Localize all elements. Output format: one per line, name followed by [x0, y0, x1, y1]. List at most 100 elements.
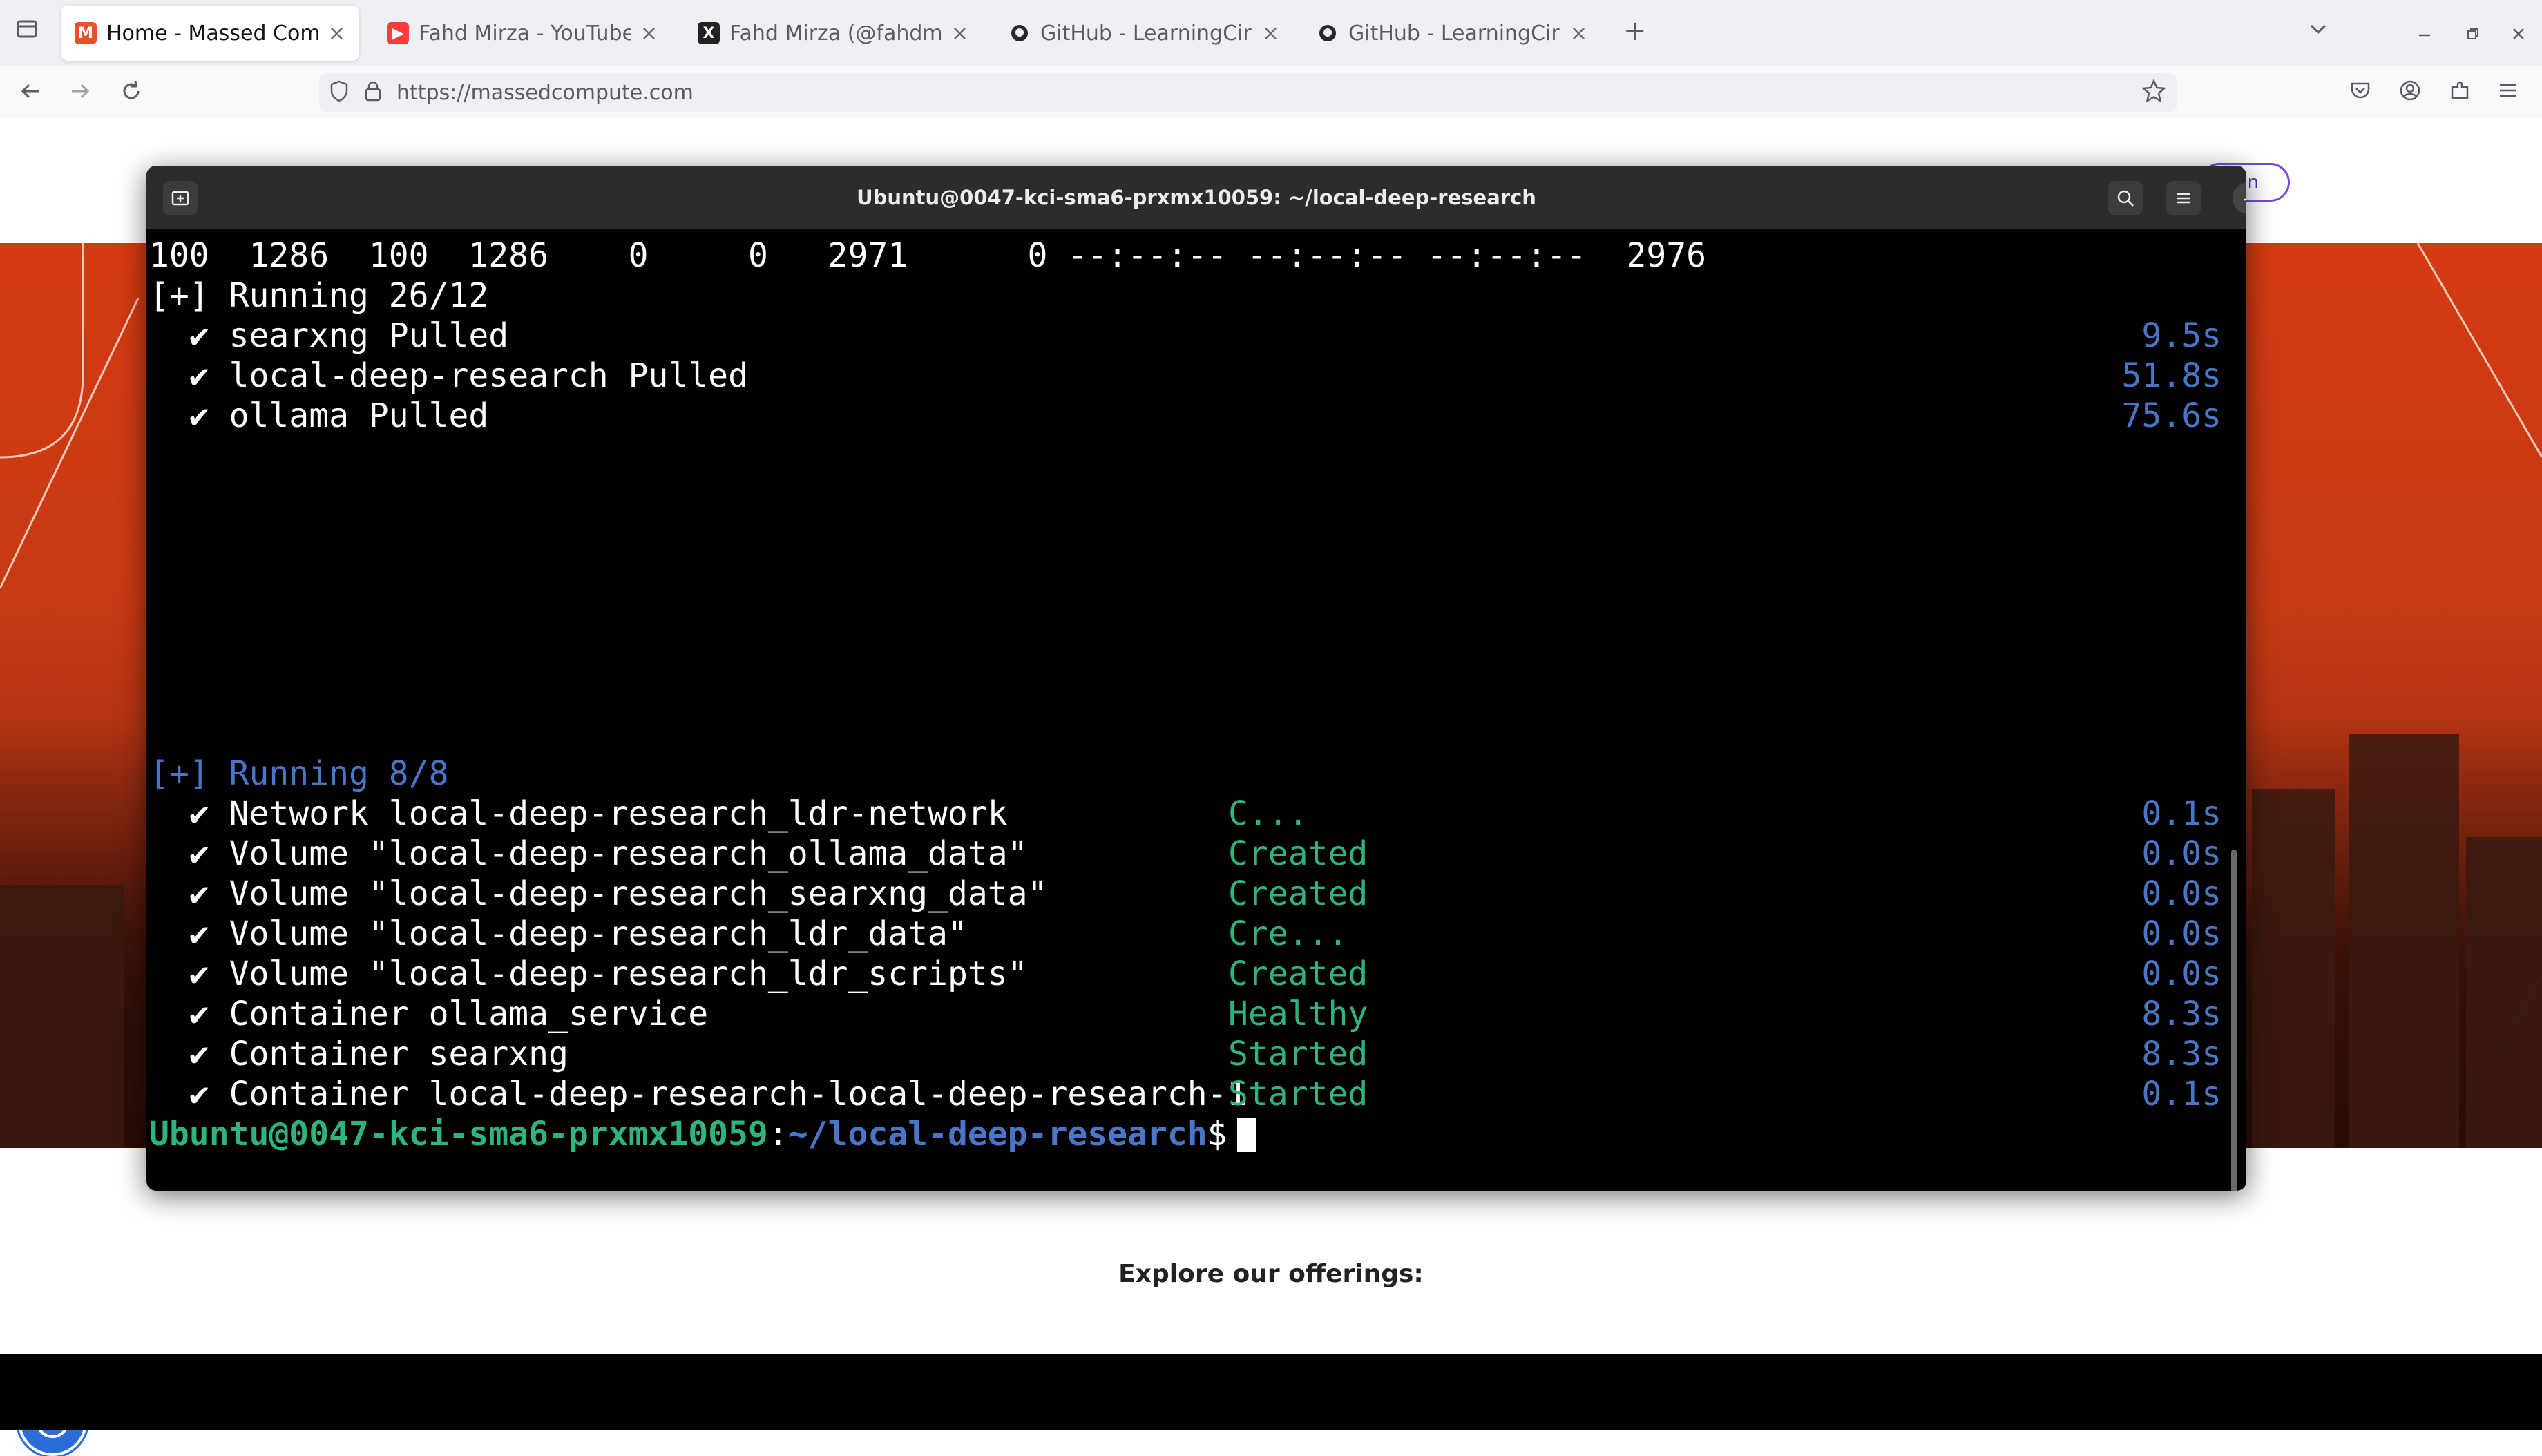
list-all-tabs-icon[interactable] [2307, 18, 2329, 46]
resource-line: ✔ Volume "local-deep-research_searxng_da… [149, 874, 2221, 914]
hamburger-menu-icon[interactable] [2166, 181, 2201, 215]
resource-line: ✔ Container searxng Started 8.3s [149, 1035, 2221, 1075]
browser-tab-bar: M Home - Massed Compute × ▶ Fahd Mirza -… [0, 0, 2542, 67]
forward-icon[interactable] [68, 79, 93, 110]
close-tab-icon[interactable]: × [1262, 21, 1279, 46]
pulled-line: ✔ ollama Pulled 75.6s [149, 396, 2221, 437]
prompt-symbol: $ [1207, 1115, 1227, 1153]
back-icon[interactable] [18, 79, 43, 110]
checkmark-icon: ✔ [189, 995, 209, 1033]
bookmark-star-icon[interactable] [2141, 78, 2167, 110]
prompt-path: ~/local-deep-research [787, 1115, 1207, 1153]
pulled-name: searxng Pulled [229, 316, 509, 355]
pulled-name: ollama Pulled [229, 396, 489, 435]
resource-status: Created [1228, 834, 1368, 873]
resource-name: Container searxng [229, 1035, 568, 1073]
elapsed-time: 51.8s [2121, 356, 2222, 395]
pulled-name: local-deep-research Pulled [229, 356, 748, 395]
elapsed-time: 9.5s [2141, 316, 2221, 355]
resource-name: Volume "local-deep-research_ldr_data" [229, 914, 968, 953]
resource-line: ✔ Volume "local-deep-research_ldr_script… [149, 955, 2221, 995]
tab-github-1[interactable]: GitHub - LearningCircuit/ × [995, 6, 1293, 61]
checkmark-icon: ✔ [189, 396, 209, 435]
checkmark-icon: ✔ [189, 1035, 209, 1073]
curl-progress-line: 100 1286 100 1286 0 0 2971 0 --:--:-- --… [149, 236, 1707, 275]
checkmark-icon: ✔ [189, 356, 209, 395]
tab-label: Fahd Mirza - YouTube [419, 21, 631, 46]
tab-massed-compute[interactable]: M Home - Massed Compute × [61, 6, 359, 61]
resource-name: Volume "local-deep-research_ollama_data" [229, 834, 1028, 873]
restore-window-icon[interactable] [2465, 21, 2481, 48]
pulled-line: ✔ local-deep-research Pulled 51.8s [149, 356, 2221, 396]
resource-name: Volume "local-deep-research_searxng_data… [229, 874, 1048, 913]
resource-status: Healthy [1228, 995, 1368, 1033]
new-tab-button[interactable]: + [1623, 15, 1647, 47]
running-status-2: [+] Running 8/8 [149, 754, 449, 793]
app-menu-icon[interactable] [2496, 79, 2520, 108]
resource-status: Created [1228, 955, 1368, 993]
tab-label: Home - Massed Compute [106, 21, 318, 46]
resource-status: Cre... [1228, 914, 1348, 953]
pocket-icon[interactable] [2349, 79, 2372, 108]
extensions-icon[interactable] [2448, 79, 2472, 108]
prompt-user-host: Ubuntu@0047-kci-sma6-prxmx10059 [149, 1115, 768, 1153]
shell-prompt[interactable]: Ubuntu@0047-kci-sma6-prxmx10059:~/local-… [149, 1115, 1256, 1155]
resource-status: Started [1228, 1035, 1368, 1073]
account-icon[interactable] [2398, 79, 2422, 108]
lock-icon[interactable] [363, 79, 383, 106]
checkmark-icon: ✔ [189, 316, 209, 355]
tab-label: GitHub - LearningCircuit/ [1040, 21, 1252, 46]
elapsed-time: 0.0s [2141, 874, 2221, 913]
resource-line: ✔ Container ollama_service Healthy 8.3s [149, 995, 2221, 1035]
elapsed-time: 8.3s [2141, 1035, 2221, 1073]
search-icon[interactable] [2108, 181, 2143, 215]
resource-name: Container ollama_service [229, 995, 709, 1033]
elapsed-time: 8.3s [2141, 995, 2221, 1033]
terminal-output[interactable]: 100 1286 100 1286 0 0 2971 0 --:--:-- --… [149, 236, 2235, 1189]
reload-icon[interactable] [119, 79, 144, 110]
close-tab-icon[interactable]: × [951, 21, 968, 46]
tab-github-2[interactable]: GitHub - LearningCircuit/ × [1303, 6, 1601, 61]
checkmark-icon: ✔ [189, 834, 209, 873]
resource-name: Network local-deep-research_ldr-network [229, 794, 1008, 833]
url-text[interactable]: https://massedcompute.com [396, 81, 694, 105]
terminal-scrollbar[interactable] [2231, 850, 2237, 1191]
address-bar[interactable]: https://massedcompute.com [319, 73, 2177, 112]
resource-line: ✔ Volume "local-deep-research_ldr_data" C… [149, 914, 2221, 955]
text-cursor [1236, 1118, 1256, 1152]
close-tab-icon[interactable]: × [1570, 21, 1587, 46]
pulled-line: ✔ searxng Pulled 9.5s [149, 316, 2221, 356]
tab-x-profile[interactable]: X Fahd Mirza (@fahdmirza × [684, 6, 982, 61]
tracking-protection-shield-icon[interactable] [329, 79, 350, 106]
resource-name: Volume "local-deep-research_ldr_scripts" [229, 955, 1028, 993]
youtube-icon: ▶ [387, 22, 409, 44]
close-tab-icon[interactable]: × [328, 21, 345, 46]
tab-youtube[interactable]: ▶ Fahd Mirza - YouTube × [373, 6, 671, 61]
github-icon [1009, 22, 1031, 44]
close-tab-icon[interactable]: × [640, 21, 658, 46]
minimize-window-icon[interactable] [2416, 21, 2433, 48]
screen-bottom-bar [0, 1354, 2542, 1430]
tab-label: Fahd Mirza (@fahdmirza [729, 21, 942, 46]
resource-status: C... [1228, 794, 1308, 833]
terminal-window[interactable]: Ubuntu@0047-kci-sma6-prxmx10059: ~/local… [146, 166, 2246, 1191]
resource-name: Container local-deep-research-local-deep… [229, 1075, 1248, 1113]
running-status-1: [+] Running 26/12 [149, 276, 489, 315]
browser-nav-bar: https://massedcompute.com [0, 66, 2542, 119]
tab-overview-icon[interactable] [15, 17, 39, 46]
elapsed-time: 0.0s [2141, 914, 2221, 953]
checkmark-icon: ✔ [189, 955, 209, 993]
resource-status: Created [1228, 874, 1368, 913]
x-icon: X [698, 22, 720, 44]
checkmark-icon: ✔ [189, 1075, 209, 1113]
elapsed-time: 0.1s [2141, 1075, 2221, 1113]
resource-status: Started [1228, 1075, 1368, 1113]
elapsed-time: 0.0s [2141, 955, 2221, 993]
checkmark-icon: ✔ [189, 794, 209, 833]
prompt-separator: : [767, 1115, 788, 1153]
terminal-title: Ubuntu@0047-kci-sma6-prxmx10059: ~/local… [857, 186, 1536, 209]
close-window-icon[interactable] [2510, 21, 2527, 48]
terminal-header-bar[interactable]: Ubuntu@0047-kci-sma6-prxmx10059: ~/local… [146, 166, 2246, 229]
elapsed-time: 0.0s [2141, 834, 2221, 873]
resource-line: ✔ Container local-deep-research-local-de… [149, 1075, 2221, 1115]
